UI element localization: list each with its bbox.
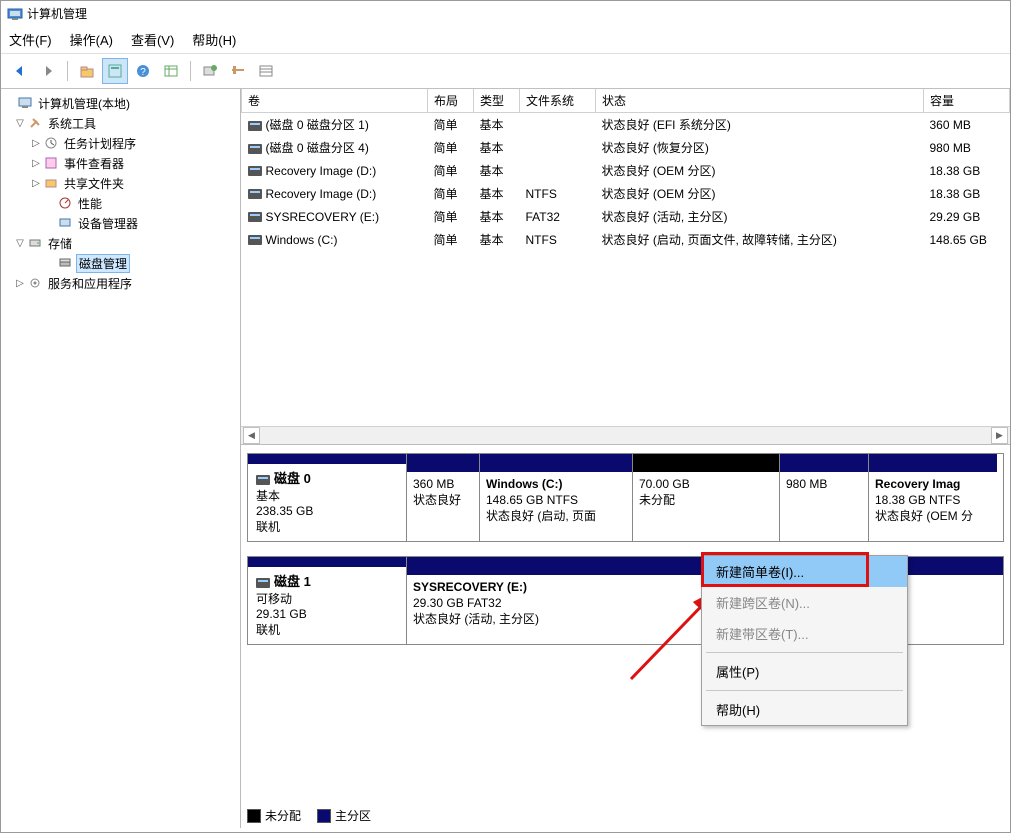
app-icon — [7, 6, 23, 22]
tree-services[interactable]: ▷服务和应用程序 — [3, 273, 238, 293]
clock-icon — [43, 135, 59, 151]
services-icon — [27, 275, 43, 291]
menu-bar: 文件(F) 操作(A) 查看(V) 帮助(H) — [1, 26, 1010, 53]
refresh-button[interactable] — [197, 58, 223, 84]
col-fs[interactable]: 文件系统 — [520, 89, 596, 113]
toolbar-separator — [67, 61, 68, 81]
legend: 未分配 主分区 — [247, 807, 371, 824]
table-row[interactable]: Windows (C:)简单基本NTFS状态良好 (启动, 页面文件, 故障转储… — [242, 228, 1010, 251]
col-status[interactable]: 状态 — [596, 89, 924, 113]
table-row[interactable]: Recovery Image (D:)简单基本状态良好 (OEM 分区)18.3… — [242, 159, 1010, 182]
menu-file[interactable]: 文件(F) — [9, 30, 52, 49]
legend-swatch-primary — [317, 809, 331, 823]
svg-text:?: ? — [140, 67, 146, 78]
col-type[interactable]: 类型 — [474, 89, 520, 113]
forward-button[interactable] — [35, 58, 61, 84]
volume-icon — [248, 121, 262, 131]
tools-icon — [27, 115, 43, 131]
title-bar: 计算机管理 — [1, 1, 1010, 26]
col-volume[interactable]: 卷 — [242, 89, 428, 113]
volume-list[interactable]: 卷 布局 类型 文件系统 状态 容量 (磁盘 0 磁盘分区 1)简单基本状态良好… — [241, 89, 1010, 445]
tree-performance[interactable]: 性能 — [3, 193, 238, 213]
col-capacity[interactable]: 容量 — [924, 89, 1010, 113]
tree-event-viewer[interactable]: ▷事件查看器 — [3, 153, 238, 173]
tree-task-scheduler[interactable]: ▷任务计划程序 — [3, 133, 238, 153]
tree-root[interactable]: 计算机管理(本地) — [3, 93, 238, 113]
disk-icon — [256, 578, 270, 588]
storage-icon — [27, 235, 43, 251]
col-layout[interactable]: 布局 — [428, 89, 474, 113]
window-title: 计算机管理 — [27, 5, 87, 22]
properties-button[interactable] — [102, 58, 128, 84]
volume-icon — [248, 166, 262, 176]
help-button[interactable]: ? — [130, 58, 156, 84]
menu-new-simple-volume[interactable]: 新建简单卷(I)... — [702, 556, 907, 587]
scroll-left-icon[interactable]: ◀ — [243, 427, 260, 444]
scroll-right-icon[interactable]: ▶ — [991, 427, 1008, 444]
tree-system-tools[interactable]: ▽系统工具 — [3, 113, 238, 133]
menu-help[interactable]: 帮助(H) — [192, 30, 236, 49]
list-button[interactable] — [253, 58, 279, 84]
disk-1-info[interactable]: 磁盘 1 可移动 29.31 GB 联机 — [248, 557, 407, 644]
disk-0-row: 磁盘 0 基本 238.35 GB 联机 360 MB状态良好Windows (… — [247, 453, 1004, 542]
partition-unallocated[interactable]: 70.00 GB未分配 — [633, 454, 780, 541]
horizontal-scrollbar[interactable]: ◀ ▶ — [241, 426, 1010, 444]
partition[interactable]: 360 MB状态良好 — [407, 454, 480, 541]
disk-icon — [57, 255, 73, 271]
menu-new-spanned-volume: 新建跨区卷(N)... — [702, 587, 907, 618]
navigation-tree[interactable]: 计算机管理(本地) ▽系统工具 ▷任务计划程序 ▷事件查看器 ▷共享文件夹 性能… — [1, 89, 241, 828]
settings-button[interactable] — [225, 58, 251, 84]
toolbar-separator — [190, 61, 191, 81]
disk-icon — [256, 475, 270, 485]
menu-properties[interactable]: 属性(P) — [702, 656, 907, 687]
menu-action[interactable]: 操作(A) — [70, 30, 113, 49]
table-row[interactable]: SYSRECOVERY (E:)简单基本FAT32状态良好 (活动, 主分区)2… — [242, 205, 1010, 228]
table-row[interactable]: (磁盘 0 磁盘分区 1)简单基本状态良好 (EFI 系统分区)360 MB — [242, 113, 1010, 137]
menu-new-striped-volume: 新建带区卷(T)... — [702, 618, 907, 649]
toolbar: ? — [1, 53, 1010, 89]
volume-icon — [248, 235, 262, 245]
table-row[interactable]: (磁盘 0 磁盘分区 4)简单基本状态良好 (恢复分区)980 MB — [242, 136, 1010, 159]
back-button[interactable] — [7, 58, 33, 84]
disk-0-info[interactable]: 磁盘 0 基本 238.35 GB 联机 — [248, 454, 407, 541]
event-icon — [43, 155, 59, 171]
up-button[interactable] — [74, 58, 100, 84]
menu-help[interactable]: 帮助(H) — [702, 694, 907, 725]
menu-view[interactable]: 查看(V) — [131, 30, 174, 49]
legend-swatch-unallocated — [247, 809, 261, 823]
device-icon — [57, 215, 73, 231]
volume-icon — [248, 212, 262, 222]
tree-device-manager[interactable]: 设备管理器 — [3, 213, 238, 233]
partition[interactable]: Recovery Imag18.38 GB NTFS状态良好 (OEM 分 — [869, 454, 997, 541]
table-row[interactable]: Recovery Image (D:)简单基本NTFS状态良好 (OEM 分区)… — [242, 182, 1010, 205]
view-button[interactable] — [158, 58, 184, 84]
volume-icon — [248, 144, 262, 154]
volume-icon — [248, 189, 262, 199]
tree-disk-management[interactable]: 磁盘管理 — [3, 253, 238, 273]
partition[interactable]: Windows (C:)148.65 GB NTFS状态良好 (启动, 页面 — [480, 454, 633, 541]
tree-storage[interactable]: ▽存储 — [3, 233, 238, 253]
computer-icon — [17, 95, 33, 111]
computer-management-window: 计算机管理 文件(F) 操作(A) 查看(V) 帮助(H) ? 计算机管理(本地… — [0, 0, 1011, 833]
performance-icon — [57, 195, 73, 211]
partition[interactable]: 980 MB — [780, 454, 869, 541]
folder-icon — [43, 175, 59, 191]
tree-shared-folders[interactable]: ▷共享文件夹 — [3, 173, 238, 193]
context-menu: 新建简单卷(I)... 新建跨区卷(N)... 新建带区卷(T)... 属性(P… — [701, 555, 908, 726]
